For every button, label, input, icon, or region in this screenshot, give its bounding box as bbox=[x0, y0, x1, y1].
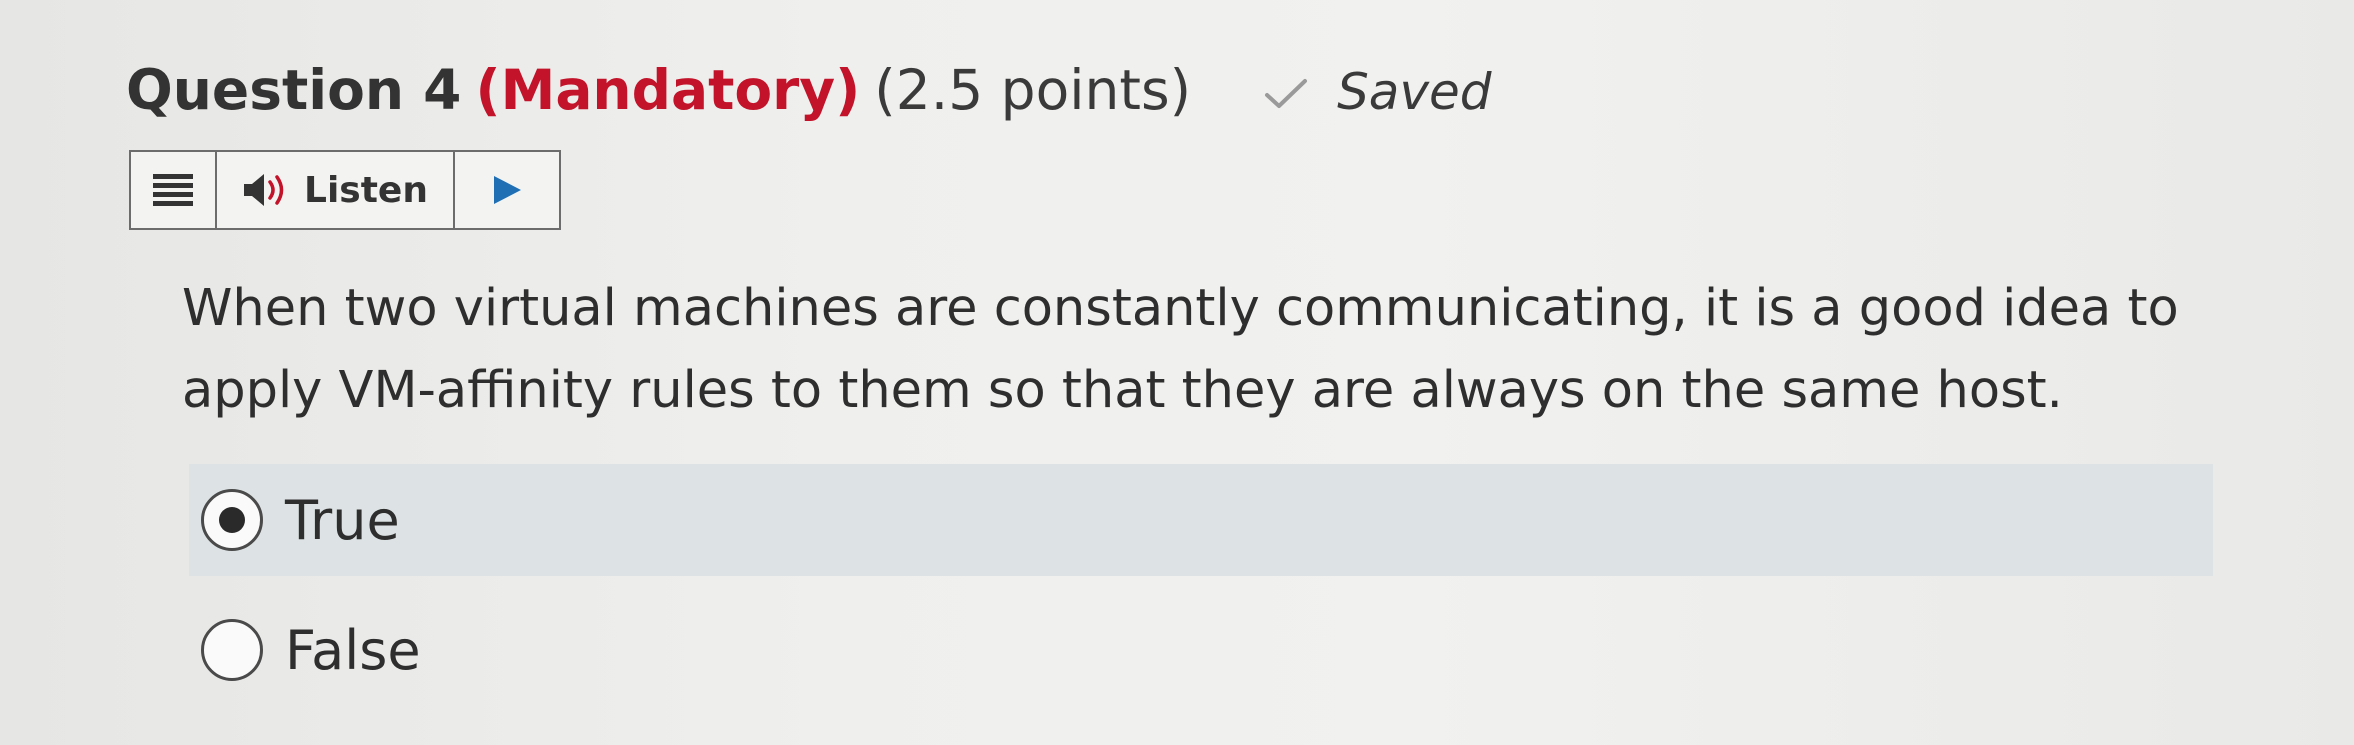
play-icon bbox=[494, 176, 521, 204]
option-label-false: False bbox=[285, 618, 421, 682]
saved-label: Saved bbox=[1337, 63, 1492, 121]
option-label-true: True bbox=[285, 488, 400, 552]
mandatory-label: (Mandatory) bbox=[475, 58, 861, 122]
checkmark-icon bbox=[1265, 79, 1308, 108]
question-title: Question 4 bbox=[126, 58, 462, 122]
question-text: When two virtual machines are constantly… bbox=[182, 279, 2179, 420]
option-false[interactable]: False bbox=[189, 604, 421, 696]
listen-label: Listen bbox=[304, 169, 428, 211]
question-header: Question 4 (Mandatory) (2.5 points) Save… bbox=[126, 58, 1492, 122]
menu-icon bbox=[153, 174, 193, 206]
points-label: (2.5 points) bbox=[874, 58, 1192, 122]
listen-button[interactable]: Listen bbox=[217, 152, 455, 228]
listen-toolbar: Listen bbox=[129, 150, 561, 230]
speaker-icon bbox=[244, 174, 284, 206]
radio-true[interactable] bbox=[201, 489, 263, 551]
option-true[interactable]: True bbox=[189, 464, 2213, 576]
play-button[interactable] bbox=[455, 152, 559, 228]
radio-selected-dot bbox=[219, 507, 245, 533]
radio-false[interactable] bbox=[201, 619, 263, 681]
menu-button[interactable] bbox=[131, 152, 217, 228]
saved-status: Saved bbox=[1263, 63, 1492, 121]
